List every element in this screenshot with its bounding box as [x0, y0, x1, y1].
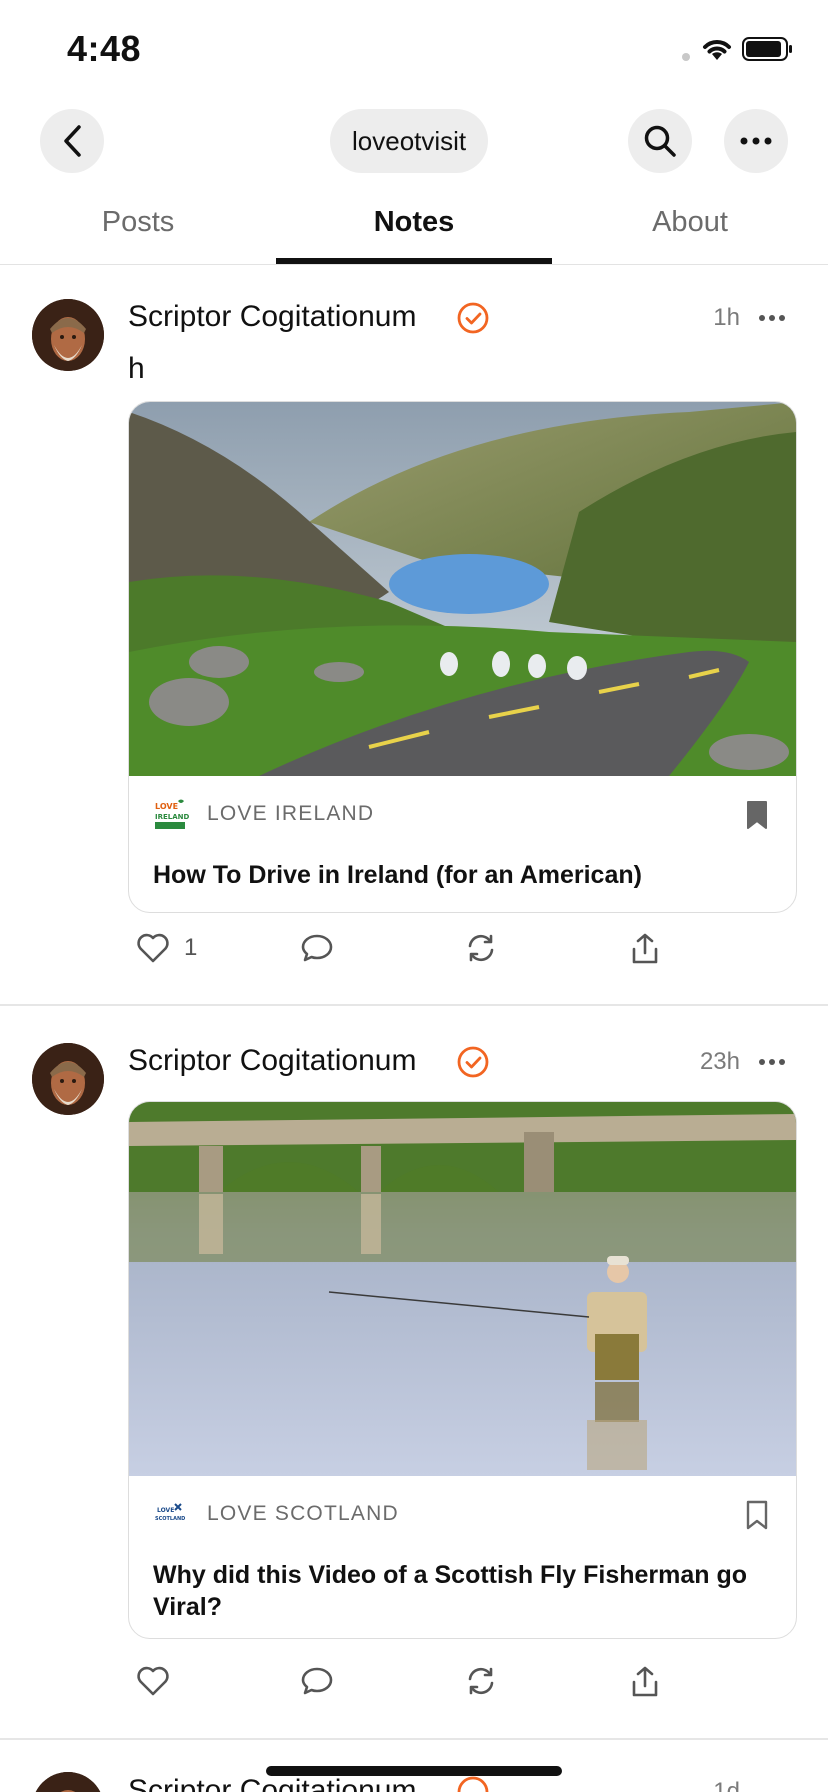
- search-button[interactable]: [628, 109, 692, 173]
- home-indicator: [266, 1766, 562, 1776]
- svg-text:LOVE: LOVE: [155, 802, 178, 811]
- comment-icon: [301, 1667, 333, 1695]
- tab-posts[interactable]: Posts: [0, 196, 276, 264]
- like-count: 1: [184, 934, 198, 961]
- publication-pill[interactable]: loveotvisit: [330, 109, 489, 173]
- heart-icon: [137, 1666, 169, 1696]
- note-actions: 1: [128, 932, 728, 980]
- status-time: 4:48: [67, 28, 142, 69]
- timestamp: 23h: [699, 1048, 740, 1075]
- tab-bar: Posts Notes About: [0, 196, 828, 265]
- chevron-left-icon: [64, 125, 81, 157]
- note-more-icon[interactable]: [758, 314, 786, 322]
- share-button[interactable]: [628, 932, 662, 966]
- restack-button[interactable]: [464, 1665, 498, 1697]
- post-image: [129, 402, 796, 776]
- note-divider: [0, 1004, 828, 1006]
- avatar[interactable]: [32, 1772, 104, 1792]
- svg-text:SCOTLAND: SCOTLAND: [155, 1516, 185, 1522]
- share-icon: [632, 1666, 658, 1697]
- post-title: Why did this Video of a Scottish Fly Fis…: [153, 1561, 748, 1621]
- note-more-icon[interactable]: [758, 1058, 786, 1066]
- love-ireland-logo: LOVE IRELAND: [153, 796, 189, 832]
- post-image: [129, 1102, 796, 1476]
- author-name[interactable]: Scriptor Cogitationum: [128, 1774, 416, 1792]
- svg-text:LOVE: LOVE: [157, 1507, 174, 1514]
- love-scotland-logo: LOVE SCOTLAND: [153, 1496, 189, 1532]
- ellipsis-icon: [740, 137, 772, 145]
- comment-button[interactable]: [300, 932, 334, 964]
- publication-row[interactable]: LOVE SCOTLAND LOVE SCOTLAND: [153, 1496, 399, 1532]
- header: loveotvisit: [0, 100, 828, 200]
- verified-badge-icon: [457, 1776, 489, 1792]
- active-tab-indicator: [276, 258, 552, 264]
- publication-label: LOVE SCOTLAND: [207, 1502, 399, 1525]
- svg-text:IRELAND: IRELAND: [155, 813, 189, 821]
- restack-button[interactable]: [464, 932, 498, 964]
- battery-icon: [742, 37, 792, 61]
- like-button[interactable]: 1: [136, 932, 197, 964]
- note-text: h: [128, 352, 145, 385]
- heart-icon: [137, 933, 169, 963]
- tab-notes[interactable]: Notes: [276, 196, 552, 264]
- timestamp: 1d: [713, 1778, 740, 1792]
- status-bar: 4:48: [0, 0, 828, 100]
- share-icon: [632, 933, 658, 964]
- wifi-icon: [703, 40, 731, 60]
- note-actions: [128, 1665, 728, 1713]
- tab-about[interactable]: About: [552, 196, 828, 264]
- post-card[interactable]: LOVE SCOTLAND LOVE SCOTLAND Why did this…: [128, 1101, 797, 1639]
- avatar[interactable]: [32, 1043, 104, 1115]
- like-button[interactable]: [136, 1665, 170, 1697]
- bookmark-outline-icon[interactable]: [746, 1500, 768, 1530]
- publication-label: LOVE IRELAND: [207, 802, 375, 825]
- verified-badge-icon: [457, 302, 489, 334]
- publication-row[interactable]: LOVE IRELAND LOVE IRELAND: [153, 796, 374, 832]
- privacy-dot: [682, 53, 690, 61]
- back-button[interactable]: [40, 109, 104, 173]
- bookmark-filled-icon[interactable]: [746, 800, 768, 830]
- restack-icon: [468, 934, 494, 962]
- verified-badge-icon: [457, 1046, 489, 1078]
- comment-icon: [301, 934, 333, 962]
- more-button[interactable]: [724, 109, 788, 173]
- publication-name: loveotvisit: [352, 125, 467, 156]
- avatar[interactable]: [32, 299, 104, 371]
- author-name[interactable]: Scriptor Cogitationum: [128, 1044, 416, 1078]
- comment-button[interactable]: [300, 1665, 334, 1697]
- author-name[interactable]: Scriptor Cogitationum: [128, 300, 416, 334]
- timestamp: 1h: [713, 304, 740, 331]
- restack-icon: [468, 1667, 494, 1695]
- post-title: How To Drive in Ireland (for an American…: [153, 861, 642, 889]
- share-button[interactable]: [628, 1665, 662, 1699]
- search-icon: [644, 125, 676, 157]
- note-divider: [0, 1738, 828, 1740]
- post-card[interactable]: LOVE IRELAND LOVE IRELAND How To Drive i…: [128, 401, 797, 913]
